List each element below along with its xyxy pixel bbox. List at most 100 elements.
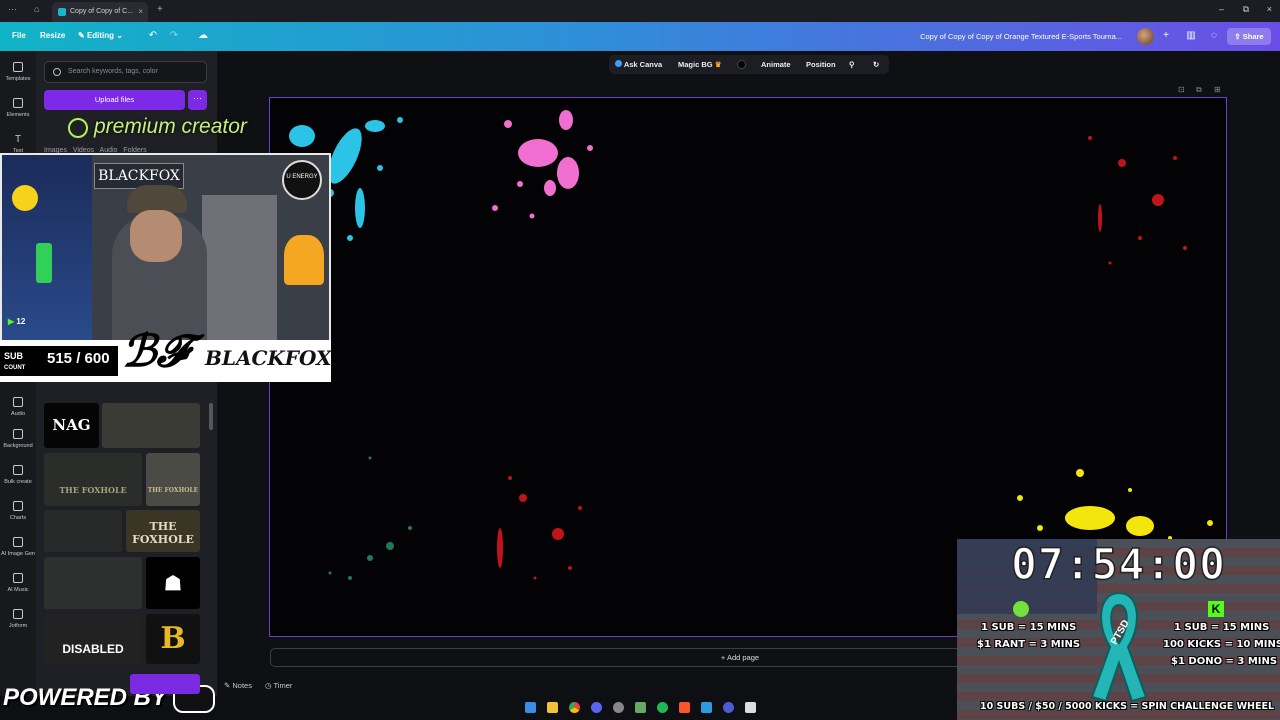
insights-icon[interactable]: ▥ <box>1184 29 1198 43</box>
upload-thumb[interactable]: THE FOXHOLE <box>146 453 200 506</box>
browser-menu-icon[interactable]: ⋯ <box>8 4 17 15</box>
windows-start-icon[interactable] <box>525 702 536 713</box>
pink-splatter <box>492 110 593 219</box>
energy-logo: U ENERGY <box>282 160 322 200</box>
rule-right-3: $1 DONO = 3 MINS <box>1171 656 1278 667</box>
comments-icon[interactable]: ◌ <box>1207 29 1221 43</box>
ask-canva-button[interactable]: Ask Canva <box>615 60 662 69</box>
upload-thumb[interactable]: NAG <box>44 403 99 448</box>
upload-thumb[interactable] <box>44 557 142 609</box>
sub-label-bottom: COUNT <box>4 365 26 371</box>
rail-label-elements: Elements <box>6 112 30 118</box>
crown-icon: ♛ <box>714 60 722 69</box>
upload-thumb[interactable]: DISABLED <box>44 614 142 664</box>
browser-tab[interactable]: Copy of Copy of C... × <box>52 2 148 22</box>
rail-elements[interactable]: Elements <box>0 98 36 118</box>
lock-icon[interactable]: ⊡ <box>1178 85 1185 94</box>
close-window-button[interactable]: × <box>1267 4 1272 14</box>
magic-bg-label: Magic BG <box>678 60 713 69</box>
chrome-icon[interactable] <box>569 702 580 713</box>
share-button[interactable]: ⇪ Share <box>1227 28 1271 45</box>
rail-label-templates: Templates <box>5 76 31 82</box>
rule-left-2: $1 RANT = 3 MINS <box>977 639 1081 650</box>
sub-count-label: SUB COUNT <box>4 351 25 373</box>
timer-button[interactable]: ◷ Timer <box>265 681 292 690</box>
avatar[interactable] <box>1137 28 1154 45</box>
sub-count-bar: SUB COUNT 515 / 600 ℬ𝓕 BLACKFOX <box>0 326 332 382</box>
file-explorer-icon[interactable] <box>547 702 558 713</box>
background-icon <box>13 429 23 439</box>
document-title[interactable]: Copy of Copy of Copy of Orange Textured … <box>920 32 1122 41</box>
rail-bulk-create[interactable]: Bulk create <box>0 465 36 485</box>
cloud-save-icon[interactable]: ☁ <box>196 29 210 43</box>
app-icon[interactable] <box>635 702 646 713</box>
close-tab-icon[interactable]: × <box>138 7 143 16</box>
energy-can <box>36 243 52 283</box>
document-icon[interactable] <box>745 702 756 713</box>
spin-wheel-rule: 10 SUBS / $50 / 5000 KICKS = SPIN CHALLE… <box>980 701 1275 712</box>
spotify-icon[interactable] <box>657 702 668 713</box>
rail-templates[interactable]: Templates <box>0 62 36 82</box>
upload-thumb[interactable]: B <box>146 614 200 664</box>
upload-thumb[interactable]: THE FOXHOLE <box>44 453 142 506</box>
new-tab-button[interactable]: + <box>157 4 163 15</box>
upload-files-button[interactable]: Upload files <box>44 90 185 110</box>
templates-icon <box>13 62 23 72</box>
redo-icon[interactable]: ↷ <box>167 29 181 43</box>
countdown-clock: 07:54:00 <box>1010 539 1227 591</box>
sub-count-value: 515 / 600 <box>47 350 110 367</box>
animate-button[interactable]: Animate <box>761 60 791 69</box>
duplicate-page-icon[interactable]: ⧉ <box>1196 85 1202 95</box>
rule-left-1: 1 SUB = 15 MINS <box>981 622 1077 633</box>
kick-logo-icon: K <box>1208 601 1224 617</box>
search-input[interactable]: Search keywords, tags, color <box>44 61 207 83</box>
minimize-window-button[interactable]: – <box>1219 4 1224 14</box>
magic-bg-button[interactable]: Magic BG ♛ <box>678 60 721 69</box>
rail-background[interactable]: Background <box>0 429 36 449</box>
premium-creator-badge: premium creator <box>68 115 247 141</box>
file-menu[interactable]: File <box>12 31 26 40</box>
add-collaborator-icon[interactable]: + <box>1159 29 1173 43</box>
rail-ai-music[interactable]: AI Music <box>0 573 36 593</box>
canva-favicon-icon <box>58 8 66 16</box>
upload-thumb[interactable] <box>102 403 200 448</box>
notepad-icon[interactable] <box>701 702 712 713</box>
rail-label-bulk-create: Bulk create <box>4 479 32 485</box>
rail-text[interactable]: T Text <box>0 134 36 154</box>
color-swatch[interactable] <box>737 60 746 69</box>
timer-label: Timer <box>273 681 293 690</box>
upload-thumb[interactable]: ☗ <box>146 557 200 609</box>
upload-thumb[interactable]: THE FOXHOLE <box>126 510 200 552</box>
pikachu-figure <box>12 185 38 211</box>
charts-icon <box>13 501 23 511</box>
refresh-icon[interactable]: ↻ <box>873 60 879 69</box>
undo-icon[interactable]: ↶ <box>146 29 160 43</box>
rail-audio[interactable]: Audio <box>0 397 36 417</box>
position-button[interactable]: Position <box>806 60 836 69</box>
rail-ai-image-gen[interactable]: AI Image Gen <box>0 537 36 557</box>
editing-mode-dropdown[interactable]: ✎ Editing ⌄ <box>78 31 123 40</box>
brave-icon[interactable] <box>679 702 690 713</box>
rail-jotform[interactable]: Jotform <box>0 609 36 629</box>
discord-icon[interactable] <box>591 702 602 713</box>
add-page-icon[interactable]: ⊞ <box>1214 85 1221 94</box>
app-icon-2[interactable] <box>723 702 734 713</box>
maximize-window-button[interactable]: ⧉ <box>1243 4 1249 15</box>
rumble-logo-icon <box>1013 601 1029 617</box>
resize-button[interactable]: Resize <box>40 31 65 40</box>
rail-charts[interactable]: Charts <box>0 501 36 521</box>
sub-label-top: SUB <box>4 351 24 361</box>
upload-thumb[interactable] <box>44 510 122 552</box>
rail-label-background: Background <box>3 443 33 449</box>
yellow-splatter <box>1017 469 1213 540</box>
rail-label-audio: Audio <box>10 411 26 417</box>
paint-format-icon[interactable]: ⚲ <box>849 60 855 69</box>
audio-icon <box>13 397 23 407</box>
more-options-button[interactable]: ··· <box>188 90 207 110</box>
home-icon[interactable]: ⌂ <box>34 4 39 14</box>
panel-scrollbar[interactable] <box>209 403 213 430</box>
obs-icon[interactable] <box>613 702 624 713</box>
notes-button[interactable]: ✎ Notes <box>224 681 252 690</box>
rail-label-jotform: Jotform <box>8 623 28 629</box>
face <box>130 210 182 262</box>
